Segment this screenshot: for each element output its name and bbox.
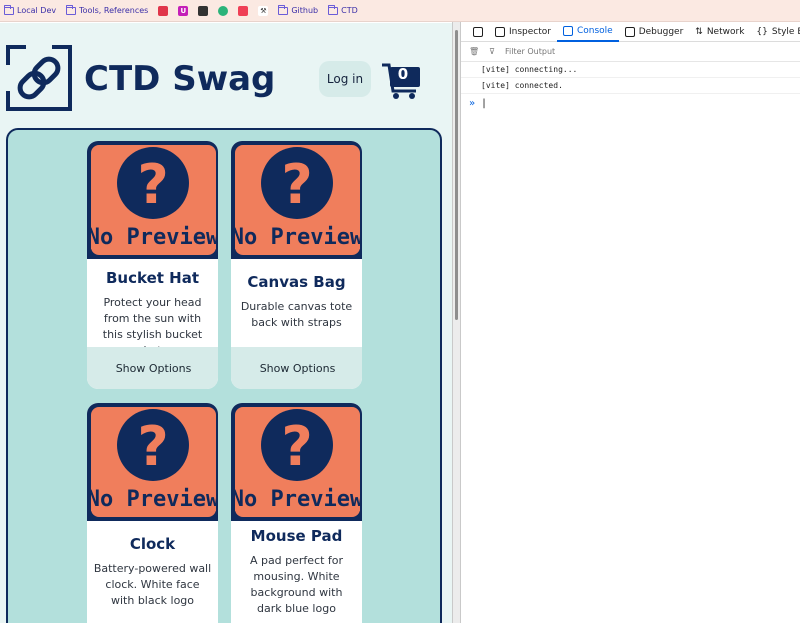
bookmark-dark[interactable]	[198, 5, 209, 16]
folder-icon	[278, 4, 289, 15]
picker-icon	[473, 26, 483, 37]
tab-inspector[interactable]: Inspector	[489, 22, 557, 42]
svg-text:?: ?	[281, 415, 312, 478]
tool-favicon-icon: ⚒	[258, 5, 269, 16]
console-input[interactable]: » |	[461, 94, 800, 112]
tab-style-editor[interactable]: {} Style E	[750, 22, 800, 42]
bookmark-label: Local Dev	[17, 6, 57, 15]
folder-icon	[328, 4, 339, 15]
console-message: [vite] connecting...	[461, 62, 800, 78]
product-card: ? No Preview Bucket Hat Protect your hea…	[86, 140, 219, 390]
tab-console[interactable]: Console	[556, 22, 619, 42]
product-image: ? No Preview	[87, 141, 219, 259]
product-card: ? No Preview Clock Battery-powered wall …	[86, 402, 219, 623]
bookmark-tools-references[interactable]: Tools, References	[66, 4, 149, 15]
product-card: ? No Preview Mouse Pad A pad perfect for…	[230, 402, 363, 623]
tab-label: Network	[706, 26, 745, 37]
svg-text:?: ?	[137, 153, 168, 216]
show-options-button[interactable]: Show Options	[231, 347, 362, 389]
product-description: A pad perfect for mousing. White backgro…	[249, 554, 344, 615]
tab-network[interactable]: ⇅ Network	[689, 22, 750, 42]
cart-count: 0	[397, 65, 409, 83]
filter-input[interactable]: Filter Output	[505, 47, 555, 56]
login-button[interactable]: Log in	[319, 61, 371, 97]
prompt-chevron-icon: »	[469, 97, 476, 109]
tab-debugger[interactable]: Debugger	[619, 22, 690, 42]
text-cursor: |	[481, 97, 488, 109]
element-picker-button[interactable]	[467, 22, 489, 42]
no-preview-text: No Preview	[231, 225, 363, 250]
link-logo-icon	[6, 45, 72, 111]
dark-favicon-icon	[198, 5, 209, 16]
pocket-favicon-icon	[238, 5, 249, 16]
bookmark-ctd[interactable]: CTD	[328, 4, 358, 15]
network-icon: ⇅	[695, 26, 703, 37]
folder-icon	[66, 4, 77, 15]
bookmark-github[interactable]: Github	[278, 4, 319, 15]
u-favicon-icon: U	[178, 5, 189, 16]
product-image: ? No Preview	[231, 141, 363, 259]
devtools-panel: Inspector Console Debugger ⇅ Network {} St…	[461, 22, 800, 623]
console-message: [vite] connected.	[461, 78, 800, 94]
console-icon	[562, 25, 573, 36]
bookmark-tool[interactable]: ⚒	[258, 5, 269, 16]
no-preview-text: No Preview	[231, 487, 363, 512]
bookmark-u[interactable]: U	[178, 5, 189, 16]
scrollbar-thumb[interactable]	[455, 30, 458, 320]
product-name: Clock	[129, 535, 176, 553]
bookmarks-bar: Local Dev Tools, References U ⚒ Github C…	[0, 0, 800, 22]
product-description: Durable canvas tote back with straps	[240, 300, 353, 329]
devtools-toolbar: Inspector Console Debugger ⇅ Network {} St…	[461, 22, 800, 42]
filter-icon: ⊽	[489, 47, 496, 56]
no-preview-placeholder-icon: ? No Preview	[231, 407, 363, 517]
site-title: CTD Swag	[84, 59, 276, 99]
bookmark-pocket[interactable]	[238, 5, 249, 16]
tab-label: Inspector	[509, 26, 551, 37]
no-preview-placeholder-icon: ? No Preview	[87, 407, 219, 517]
bookmark-label: Github	[291, 6, 319, 15]
no-preview-text: No Preview	[87, 225, 219, 250]
svg-text:?: ?	[137, 415, 168, 478]
product-name: Mouse Pad	[250, 527, 343, 545]
no-preview-placeholder-icon: ? No Preview	[87, 145, 219, 255]
bookmark-green[interactable]	[218, 5, 229, 16]
product-name: Canvas Bag	[247, 273, 346, 291]
bookmark-label: Tools, References	[79, 6, 149, 15]
braces-icon: {}	[756, 26, 768, 37]
green-favicon-icon	[218, 5, 229, 16]
web-page: CTD Swag Log in 0 ? No Preview Bucket Ha…	[0, 23, 452, 623]
product-grid: ? No Preview Bucket Hat Protect your hea…	[6, 128, 442, 623]
inspector-icon	[495, 26, 505, 37]
product-image: ? No Preview	[231, 403, 363, 521]
tab-label: Debugger	[638, 26, 684, 37]
show-options-button[interactable]: Show Options	[87, 347, 218, 389]
trash-icon[interactable]: 🗑	[469, 47, 479, 56]
debugger-icon	[624, 26, 635, 37]
svg-text:?: ?	[281, 153, 312, 216]
console-filter-bar: 🗑 ⊽ Filter Output	[461, 42, 800, 62]
tab-label: Console	[576, 25, 613, 36]
product-image: ? No Preview	[87, 403, 219, 521]
no-preview-text: No Preview	[87, 487, 219, 512]
bookmark-label: CTD	[341, 6, 358, 15]
bookmark-local-dev[interactable]: Local Dev	[4, 4, 57, 15]
product-name: Bucket Hat	[106, 269, 199, 287]
red-favicon-icon	[158, 5, 169, 16]
no-preview-placeholder-icon: ? No Preview	[231, 145, 363, 255]
tab-label: Style E	[771, 26, 800, 37]
folder-icon	[4, 4, 14, 15]
product-description: Battery-powered wall clock. White face w…	[93, 562, 212, 607]
bookmark-red[interactable]	[158, 5, 169, 16]
product-card: ? No Preview Canvas Bag Durable canvas t…	[230, 140, 363, 390]
